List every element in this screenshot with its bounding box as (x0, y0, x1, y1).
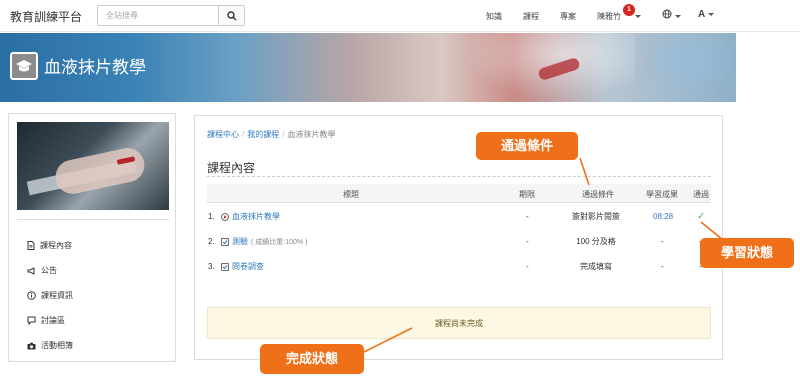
search-button[interactable] (218, 6, 244, 25)
callout-learning-status: 學習狀態 (700, 238, 794, 268)
sidebar-item-announcements[interactable]: 公告 (27, 265, 57, 276)
sidebar-item-album[interactable]: 活動相簿 (27, 340, 73, 351)
checkbox-icon (221, 237, 229, 246)
divider (207, 176, 711, 177)
site-search (97, 5, 245, 26)
row-condition: 100 分及格 (576, 237, 616, 246)
megaphone-icon (27, 266, 35, 275)
course-status-alert: 課程尚未完成 (207, 307, 711, 339)
row-result: - (661, 237, 664, 246)
row-deadline: - (526, 237, 529, 246)
graduation-cap-icon (10, 52, 38, 80)
column-learning-result: 學習成果 (646, 190, 678, 199)
globe-icon (662, 9, 672, 19)
row-title: 測驗 (232, 237, 248, 246)
column-title: 標題 (343, 190, 359, 199)
chevron-down-icon (708, 12, 715, 16)
section-title: 課程內容 (207, 161, 256, 175)
row-index: 1. (208, 212, 215, 221)
font-size-menu[interactable]: A (698, 9, 715, 20)
chevron-down-icon (635, 15, 641, 19)
sidebar-item-forum[interactable]: 討論區 (27, 315, 65, 326)
video-icon (221, 212, 229, 221)
row-result: - (661, 262, 664, 271)
document-icon (27, 241, 35, 250)
table-header: 標題 期限 通過條件 學習成果 通過 (207, 184, 711, 203)
info-icon (27, 291, 36, 300)
breadcrumb-separator: / (282, 130, 285, 139)
comment-icon (27, 316, 36, 325)
row-title-link[interactable]: 問卷調查 (221, 254, 264, 279)
nav-knowledge[interactable]: 知識 (486, 11, 502, 22)
checkbox-icon (221, 262, 229, 271)
course-title: 血液抹片教學 (44, 58, 146, 77)
site-brand[interactable]: 教育訓練平台 (10, 8, 82, 25)
row-condition: 簽對影片閱簽 (572, 212, 620, 221)
course-thumbnail (17, 122, 169, 210)
breadcrumb-course-center[interactable]: 課程中心 (207, 130, 239, 139)
row-condition: 完成填寫 (580, 262, 612, 271)
top-navbar: 教育訓練平台 知識 課程 專案 陳雅竹 1 A (0, 0, 800, 32)
row-title: 問卷調查 (232, 262, 264, 271)
row-index: 3. (208, 262, 215, 271)
search-input[interactable] (98, 6, 218, 25)
nav-projects[interactable]: 專案 (560, 11, 576, 22)
font-size-label: A (698, 9, 706, 20)
row-deadline: - (526, 212, 529, 221)
passed-check-icon: ✓ (697, 211, 706, 222)
row-note: ( 成績比重:100% ) (251, 238, 308, 246)
sidebar-item-label: 活動相簿 (41, 341, 73, 350)
language-menu[interactable] (662, 9, 681, 21)
sidebar-item-content[interactable]: 課程內容 (27, 240, 72, 251)
sidebar-item-label: 公告 (41, 266, 57, 275)
row-index: 2. (208, 237, 215, 246)
column-pass-condition: 通過條件 (582, 190, 614, 199)
callout-pass-condition: 通過條件 (476, 132, 578, 160)
breadcrumb: 課程中心 / 我的課程 / 血液抹片教學 (207, 129, 335, 140)
course-sidebar: 課程內容 公告 課程資訊 討論區 活動相簿 (8, 113, 176, 362)
thumbnail-detail (52, 145, 148, 197)
notification-badge[interactable]: 1 (623, 4, 635, 16)
sidebar-item-info[interactable]: 課程資訊 (27, 290, 73, 301)
breadcrumb-separator: / (242, 130, 245, 139)
column-deadline: 期限 (519, 190, 535, 199)
sidebar-item-label: 課程內容 (40, 241, 72, 250)
table-row: 1. 血液抹片教學 - 簽對影片閱簽 08:28 ✓ (207, 204, 711, 229)
column-passed: 通過 (693, 190, 709, 199)
row-result: 08:28 (653, 212, 674, 221)
callout-completion-status: 完成狀態 (260, 344, 364, 374)
search-icon (226, 10, 236, 20)
course-content-panel: 課程中心 / 我的課程 / 血液抹片教學 課程內容 標題 期限 通過條件 學習成果 通過… (194, 115, 723, 360)
table-row: 3. 問卷調查 - 完成填寫 - - (207, 254, 711, 279)
table-row: 2. 測驗 ( 成績比重:100% ) - 100 分及格 - - (207, 229, 711, 254)
row-title-link[interactable]: 測驗 ( 成績比重:100% ) (221, 229, 307, 254)
chevron-down-icon (675, 15, 681, 19)
breadcrumb-current: 血液抹片教學 (287, 130, 336, 139)
row-deadline: - (526, 262, 529, 271)
breadcrumb-my-courses[interactable]: 我的課程 (247, 130, 279, 139)
banner-image-highlight (640, 33, 736, 102)
nav-courses[interactable]: 課程 (523, 11, 539, 22)
sidebar-item-label: 討論區 (41, 316, 65, 325)
camera-icon (27, 342, 36, 349)
user-name: 陳雅竹 (597, 12, 621, 21)
sidebar-item-label: 課程資訊 (41, 291, 73, 300)
row-title: 血液抹片教學 (232, 212, 280, 221)
user-menu[interactable]: 陳雅竹 (597, 11, 641, 22)
divider (17, 219, 169, 220)
course-banner: 血液抹片教學 (0, 33, 736, 102)
row-title-link[interactable]: 血液抹片教學 (221, 204, 280, 229)
